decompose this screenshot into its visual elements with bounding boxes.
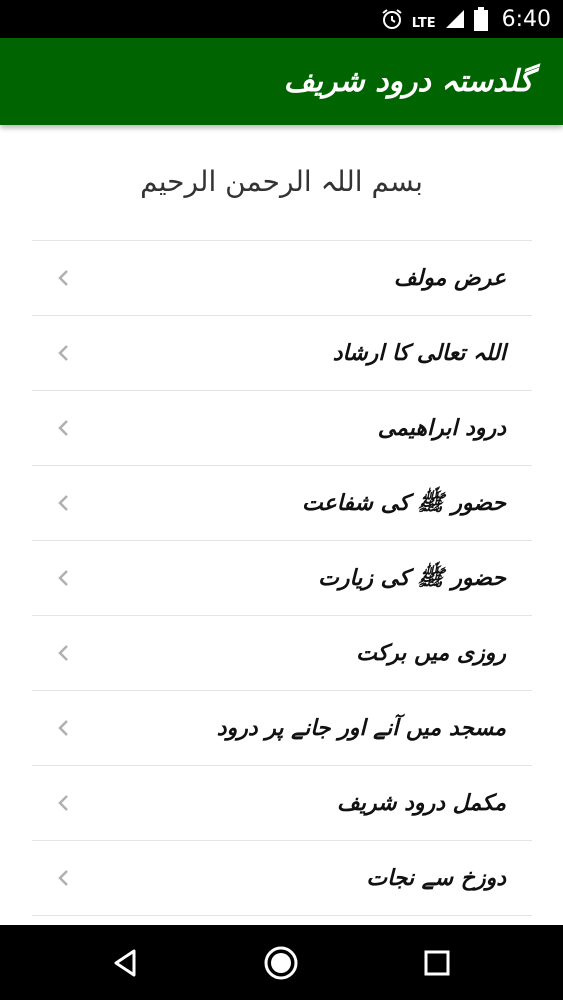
system-nav-bar bbox=[0, 925, 563, 1000]
home-icon[interactable] bbox=[261, 943, 301, 983]
app-bar: گلدستہ درود شریف bbox=[0, 38, 563, 125]
list-item[interactable]: اللہ تعالی کا ارشاد bbox=[32, 315, 532, 390]
chevron-left-icon bbox=[58, 345, 68, 361]
list-item-label: حضور ﷺ کی شفاعت bbox=[301, 490, 506, 516]
list-item[interactable]: دوزخ سے نجات bbox=[32, 840, 532, 916]
chevron-left-icon bbox=[58, 645, 68, 661]
recents-icon[interactable] bbox=[417, 943, 457, 983]
chevron-left-icon bbox=[58, 795, 68, 811]
chevron-left-icon bbox=[58, 495, 68, 511]
lte-signal-icon bbox=[445, 10, 464, 28]
chapter-list: عرض مولف اللہ تعالی کا ارشاد درود ابراھی… bbox=[32, 240, 532, 916]
list-item-label: اللہ تعالی کا ارشاد bbox=[332, 340, 506, 366]
list-item-label: دوزخ سے نجات bbox=[366, 865, 506, 891]
list-item[interactable]: مکمل درود شریف bbox=[32, 765, 532, 840]
clock-time: 6:40 bbox=[501, 6, 551, 32]
battery-icon bbox=[473, 7, 488, 31]
back-icon[interactable] bbox=[105, 943, 145, 983]
list-item-label: مسجد میں آنے اور جانے پر درود bbox=[216, 715, 506, 741]
list-item[interactable]: مسجد میں آنے اور جانے پر درود bbox=[32, 690, 532, 765]
list-item-label: مکمل درود شریف bbox=[337, 790, 506, 816]
chevron-left-icon bbox=[58, 570, 68, 586]
list-item[interactable]: درود ابراھیمی bbox=[32, 390, 532, 465]
chevron-left-icon bbox=[58, 720, 68, 736]
list-item[interactable]: عرض مولف bbox=[32, 240, 532, 315]
list-item-label: روزی میں برکت bbox=[356, 640, 506, 666]
list-item[interactable]: حضور ﷺ کی زیارت bbox=[32, 540, 532, 615]
chevron-left-icon bbox=[58, 420, 68, 436]
app-title: گلدستہ درود شریف bbox=[283, 64, 533, 99]
list-item[interactable]: حضور ﷺ کی شفاعت bbox=[32, 465, 532, 540]
list-item-label: حضور ﷺ کی زیارت bbox=[318, 565, 506, 591]
list-item-label: عرض مولف bbox=[393, 265, 506, 291]
network-type-label: LTE bbox=[411, 15, 436, 31]
status-bar: LTE 6:40 bbox=[0, 0, 563, 38]
chevron-left-icon bbox=[58, 870, 68, 886]
list-item-label: درود ابراھیمی bbox=[377, 415, 506, 441]
chevron-left-icon bbox=[58, 270, 68, 286]
alarm-icon bbox=[382, 9, 402, 29]
list-item[interactable]: روزی میں برکت bbox=[32, 615, 532, 690]
bismillah-heading: بسم اللہ الرحمن الرحیم bbox=[140, 165, 423, 198]
